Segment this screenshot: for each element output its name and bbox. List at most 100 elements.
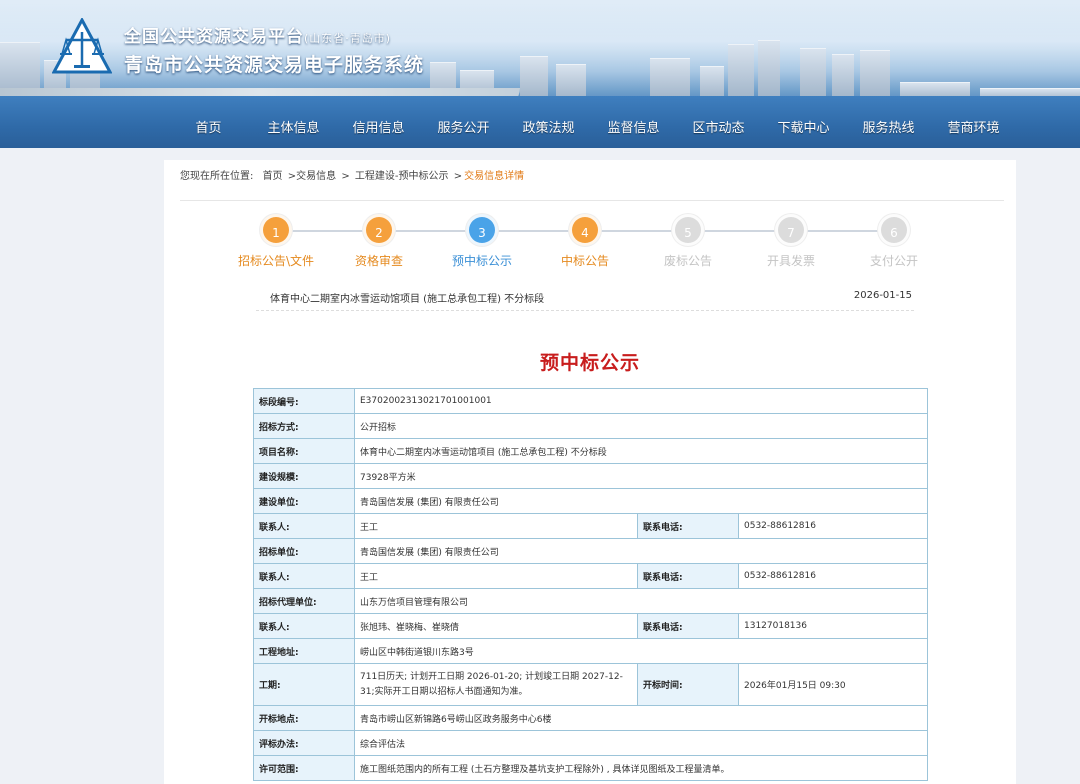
cell-label: 标段编号: <box>253 388 355 414</box>
table-row: 评标办法: 综合评估法 <box>253 730 928 756</box>
divider <box>180 200 1004 201</box>
notice-detail-table: 标段编号: E3702002313021701001001 招标方式: 公开招标… <box>253 388 928 781</box>
step-number: 3 <box>466 214 498 246</box>
cell-value: 施工图纸范围内的所有工程 (土石方整理及基坑支护工程除外) , 具体详见图纸及工… <box>354 755 928 781</box>
cell-label: 建设规模: <box>253 463 355 489</box>
cell-label: 工程地址: <box>253 638 355 664</box>
cell-value: 崂山区中韩街道银川东路3号 <box>354 638 928 664</box>
table-row: 标段编号: E3702002313021701001001 <box>253 388 928 414</box>
step-number: 7 <box>775 214 807 246</box>
table-row: 招标代理单位: 山东万信项目管理有限公司 <box>253 588 928 614</box>
cell-value: 0532-88612816 <box>738 513 928 539</box>
cell-value: 青岛国信发展 (集团) 有限责任公司 <box>354 538 928 564</box>
table-row: 联系人: 王工 联系电话: 0532-88612816 <box>253 513 928 539</box>
step-number: 6 <box>878 214 910 246</box>
nav-business-env[interactable]: 营商环境 <box>931 116 1016 142</box>
cell-value: 73928平方米 <box>354 463 928 489</box>
nav-service-disclosure[interactable]: 服务公开 <box>421 116 506 142</box>
content-panel: 您现在所在位置: 首页 >交易信息 > 工程建设-预中标公示 > 交易信息详情 1… <box>164 160 1016 784</box>
cell-label: 招标方式: <box>253 413 355 439</box>
table-row: 许可范围: 施工图纸范围内的所有工程 (土石方整理及基坑支护工程除外) , 具体… <box>253 755 928 781</box>
breadcrumb-prefix: 您现在所在位置: <box>180 171 254 182</box>
cell-label: 开标地点: <box>253 705 355 731</box>
nav-hotline[interactable]: 服务热线 <box>846 116 931 142</box>
step-award-notice[interactable]: 4 中标公告 <box>535 214 635 269</box>
cell-value: E3702002313021701001001 <box>354 388 928 414</box>
table-row: 建设单位: 青岛国信发展 (集团) 有限责任公司 <box>253 488 928 514</box>
cell-value: 山东万信项目管理有限公司 <box>354 588 928 614</box>
step-label: 招标公告\文件 <box>237 254 315 268</box>
cell-value: 2026年01月15日 09:30 <box>738 663 928 706</box>
cell-value: 711日历天; 计划开工日期 2026-01-20; 计划竣工日期 2027-1… <box>354 663 638 706</box>
nav-supervision[interactable]: 监督信息 <box>591 116 676 142</box>
step-invoice: 7 开具发票 <box>741 214 841 269</box>
breadcrumb-project-notice[interactable]: 工程建设-预中标公示 <box>355 171 449 182</box>
step-label: 废标公告 <box>663 254 712 268</box>
cell-label: 联系人: <box>253 563 355 589</box>
step-tender-notice[interactable]: 1 招标公告\文件 <box>226 214 326 269</box>
cell-label: 联系人: <box>253 513 355 539</box>
step-label: 中标公告 <box>560 254 609 268</box>
step-label: 预中标公示 <box>451 254 512 268</box>
breadcrumb-sep: > <box>341 171 350 182</box>
nav-download[interactable]: 下载中心 <box>761 116 846 142</box>
cell-label: 工期: <box>253 663 355 706</box>
nav-district-news[interactable]: 区市动态 <box>676 116 761 142</box>
table-row: 招标单位: 青岛国信发展 (集团) 有限责任公司 <box>253 538 928 564</box>
cell-label: 招标代理单位: <box>253 588 355 614</box>
site-header: 全国公共资源交易平台(山东省·青岛市) 青岛市公共资源交易电子服务系统 首页 主… <box>0 0 1080 148</box>
table-row: 工期: 711日历天; 计划开工日期 2026-01-20; 计划竣工日期 20… <box>253 663 928 706</box>
cell-label: 评标办法: <box>253 730 355 756</box>
cell-value: 张旭玮、崔晓梅、崔晓倩 <box>354 613 638 639</box>
divider <box>256 310 914 311</box>
cell-label: 联系人: <box>253 613 355 639</box>
table-row: 工程地址: 崂山区中韩街道银川东路3号 <box>253 638 928 664</box>
table-row: 联系人: 王工 联系电话: 0532-88612816 <box>253 563 928 589</box>
table-row: 建设规模: 73928平方米 <box>253 463 928 489</box>
notice-project-name: 体育中心二期室内冰雪运动馆项目 (施工总承包工程) 不分标段 <box>270 294 545 305</box>
scales-logo-icon <box>52 18 112 74</box>
document-title: 预中标公示 <box>539 352 640 374</box>
step-pre-award[interactable]: 3 预中标公示 <box>432 214 532 269</box>
notice-date: 2026-01-15 <box>853 290 912 301</box>
step-number: 2 <box>363 214 395 246</box>
nav-entity-info[interactable]: 主体信息 <box>251 116 336 142</box>
nav-home[interactable]: 首页 <box>166 116 251 142</box>
cell-label: 招标单位: <box>253 538 355 564</box>
cell-value: 体育中心二期室内冰雪运动馆项目 (施工总承包工程) 不分标段 <box>354 438 928 464</box>
process-steps: 1 招标公告\文件 2 资格审查 3 预中标公示 4 中标公告 5 废标公告 7… <box>226 214 946 274</box>
cell-value: 0532-88612816 <box>738 563 928 589</box>
cell-value: 13127018136 <box>738 613 928 639</box>
step-void-notice: 5 废标公告 <box>638 214 738 269</box>
cell-value: 青岛市崂山区新锦路6号崂山区政务服务中心6楼 <box>354 705 928 731</box>
cell-label: 项目名称: <box>253 438 355 464</box>
table-row: 开标地点: 青岛市崂山区新锦路6号崂山区政务服务中心6楼 <box>253 705 928 731</box>
table-row: 联系人: 张旭玮、崔晓梅、崔晓倩 联系电话: 13127018136 <box>253 613 928 639</box>
cell-label: 联系电话: <box>637 563 739 589</box>
cell-label: 许可范围: <box>253 755 355 781</box>
cell-label: 建设单位: <box>253 488 355 514</box>
cell-label: 开标时间: <box>637 663 739 706</box>
breadcrumb: 您现在所在位置: 首页 >交易信息 > 工程建设-预中标公示 > 交易信息详情 <box>180 167 526 182</box>
cell-label: 联系电话: <box>637 613 739 639</box>
table-row: 招标方式: 公开招标 <box>253 413 928 439</box>
cell-value: 综合评估法 <box>354 730 928 756</box>
step-qualification[interactable]: 2 资格审查 <box>329 214 429 269</box>
platform-title: 全国公共资源交易平台(山东省·青岛市) <box>124 27 392 47</box>
table-row: 项目名称: 体育中心二期室内冰雪运动馆项目 (施工总承包工程) 不分标段 <box>253 438 928 464</box>
cell-value: 公开招标 <box>354 413 928 439</box>
cell-value: 王工 <box>354 513 638 539</box>
breadcrumb-trade-info[interactable]: >交易信息 <box>288 171 336 182</box>
nav-policy[interactable]: 政策法规 <box>506 116 591 142</box>
step-label: 支付公开 <box>869 254 918 268</box>
notice-header-row: 体育中心二期室内冰雪运动馆项目 (施工总承包工程) 不分标段 2026-01-1… <box>256 288 914 308</box>
cell-value: 王工 <box>354 563 638 589</box>
system-title: 青岛市公共资源交易电子服务系统 <box>124 54 425 76</box>
breadcrumb-home[interactable]: 首页 <box>263 171 283 182</box>
step-label: 开具发票 <box>766 254 815 268</box>
step-number: 5 <box>672 214 704 246</box>
step-number: 4 <box>569 214 601 246</box>
nav-credit-info[interactable]: 信用信息 <box>336 116 421 142</box>
cell-label: 联系电话: <box>637 513 739 539</box>
breadcrumb-current: 交易信息详情 <box>464 171 525 182</box>
